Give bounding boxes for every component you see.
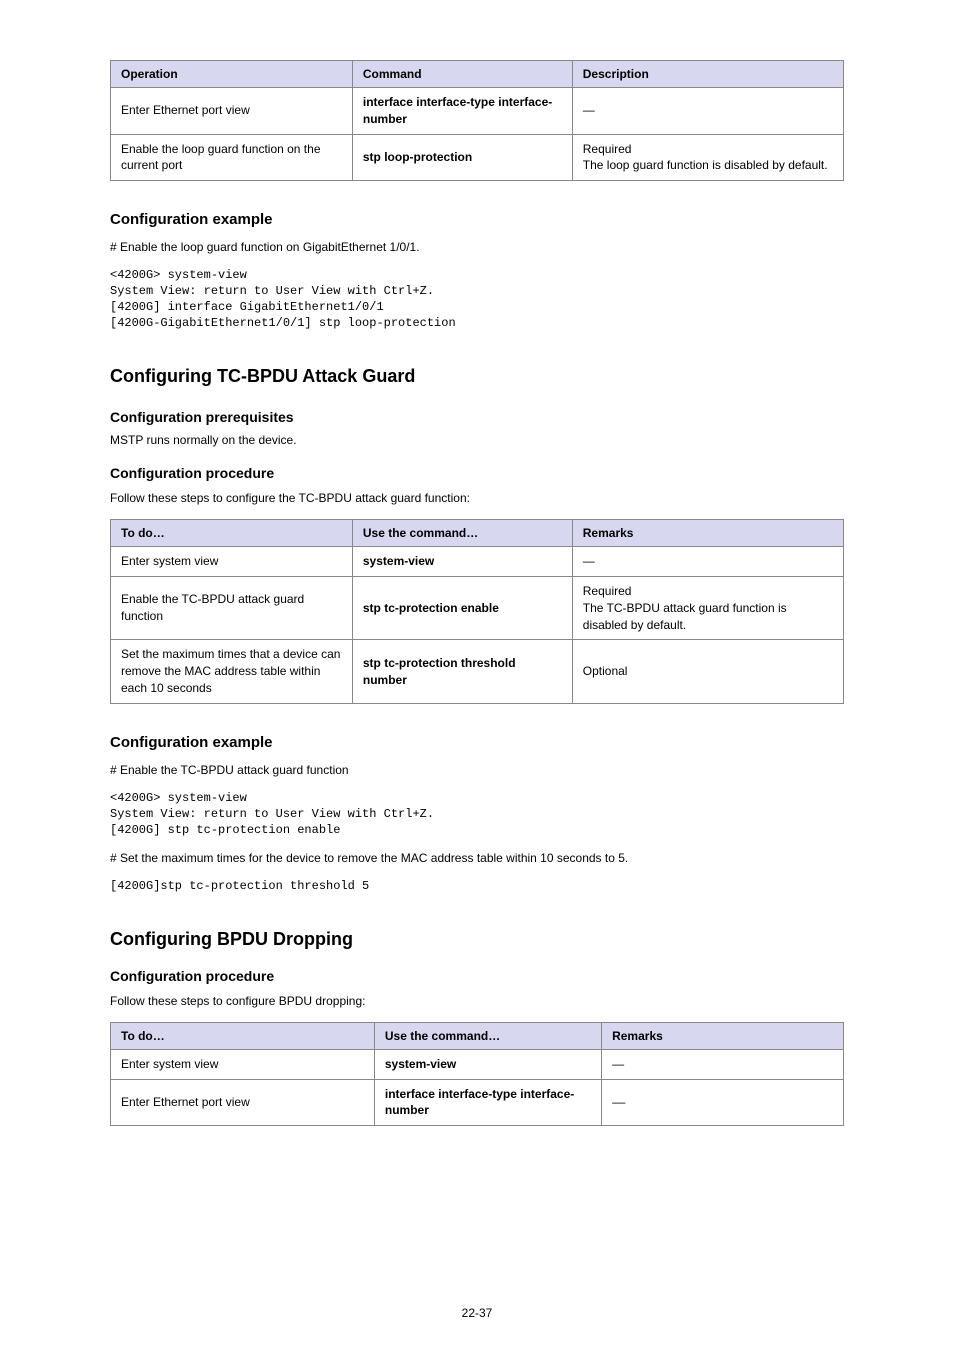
t3-header-op: To do…	[111, 1022, 375, 1049]
example-step: # Enable the TC-BPDU attack guard functi…	[110, 763, 844, 777]
tcbpdu-table: To do… Use the command… Remarks Enter sy…	[110, 519, 844, 704]
page-container: Operation Command Description Enter Ethe…	[0, 0, 954, 1350]
cell: Enter Ethernet port view	[111, 88, 353, 135]
t1-header-op: Operation	[111, 61, 353, 88]
example-step: # Enable the loop guard function on Giga…	[110, 240, 844, 254]
page-number: 22-37	[0, 1306, 954, 1320]
cell: system-view	[374, 1049, 601, 1079]
proc-heading: Configuration procedure	[110, 968, 844, 984]
code-line: [4200G]stp tc-protection threshold 5	[110, 879, 844, 893]
cell: Enter system view	[111, 547, 353, 577]
cell: Enter system view	[111, 1049, 375, 1079]
code-line: [4200G] stp tc-protection enable	[110, 823, 844, 837]
table-row: Set the maximum times that a device can …	[111, 640, 844, 703]
bpdudrop-title: Configuring BPDU Dropping	[110, 929, 844, 950]
cell: stp tc-protection threshold number	[352, 640, 572, 703]
t2-header-desc: Remarks	[572, 520, 843, 547]
cell: Enable the TC-BPDU attack guard function	[111, 576, 353, 639]
cell: stp loop-protection	[352, 134, 572, 181]
bpdudrop-table: To do… Use the command… Remarks Enter sy…	[110, 1022, 844, 1126]
cell: Enable the loop guard function on the cu…	[111, 134, 353, 181]
code-line: <4200G> system-view	[110, 268, 844, 282]
table-row: Enter system view system-view —	[111, 547, 844, 577]
table-row: Enter Ethernet port view interface inter…	[111, 1079, 844, 1126]
proc-intro: Follow these steps to configure the TC-B…	[110, 491, 844, 505]
t3-header-cmd: Use the command…	[374, 1022, 601, 1049]
example-heading: Configuration example	[110, 734, 844, 751]
cell: Required The TC-BPDU attack guard functi…	[572, 576, 843, 639]
cell: stp tc-protection enable	[352, 576, 572, 639]
t2-header-cmd: Use the command…	[352, 520, 572, 547]
proc-intro: Follow these steps to configure BPDU dro…	[110, 994, 844, 1008]
table-row: Enable the TC-BPDU attack guard function…	[111, 576, 844, 639]
t3-header-desc: Remarks	[602, 1022, 844, 1049]
cell: Required The loop guard function is disa…	[572, 134, 843, 181]
cell: —	[602, 1049, 844, 1079]
prereq-text: MSTP runs normally on the device.	[110, 433, 844, 447]
t1-header-cmd: Command	[352, 61, 572, 88]
cell: Set the maximum times that a device can …	[111, 640, 353, 703]
code-line: System View: return to User View with Ct…	[110, 807, 844, 821]
proc-heading: Configuration procedure	[110, 465, 844, 481]
cell: ––	[602, 1079, 844, 1126]
table-row: Enter system view system-view —	[111, 1049, 844, 1079]
table-row: Enter Ethernet port view interface inter…	[111, 88, 844, 135]
cell: —	[572, 88, 843, 135]
cell: —	[572, 547, 843, 577]
prereq-heading: Configuration prerequisites	[110, 409, 844, 425]
cell: interface interface-type interface-numbe…	[352, 88, 572, 135]
code-line: System View: return to User View with Ct…	[110, 284, 844, 298]
code-line: [4200G-GigabitEthernet1/0/1] stp loop-pr…	[110, 316, 844, 330]
cell: Enter Ethernet port view	[111, 1079, 375, 1126]
cell: Optional	[572, 640, 843, 703]
code-line: <4200G> system-view	[110, 791, 844, 805]
cell: system-view	[352, 547, 572, 577]
cell: interface interface-type interface-numbe…	[374, 1079, 601, 1126]
loop-guard-table: Operation Command Description Enter Ethe…	[110, 60, 844, 181]
t2-header-op: To do…	[111, 520, 353, 547]
example-heading: Configuration example	[110, 211, 844, 228]
tcbpdu-title: Configuring TC-BPDU Attack Guard	[110, 366, 844, 387]
t1-header-desc: Description	[572, 61, 843, 88]
table-row: Enable the loop guard function on the cu…	[111, 134, 844, 181]
example-step: # Set the maximum times for the device t…	[110, 851, 844, 865]
code-line: [4200G] interface GigabitEthernet1/0/1	[110, 300, 844, 314]
